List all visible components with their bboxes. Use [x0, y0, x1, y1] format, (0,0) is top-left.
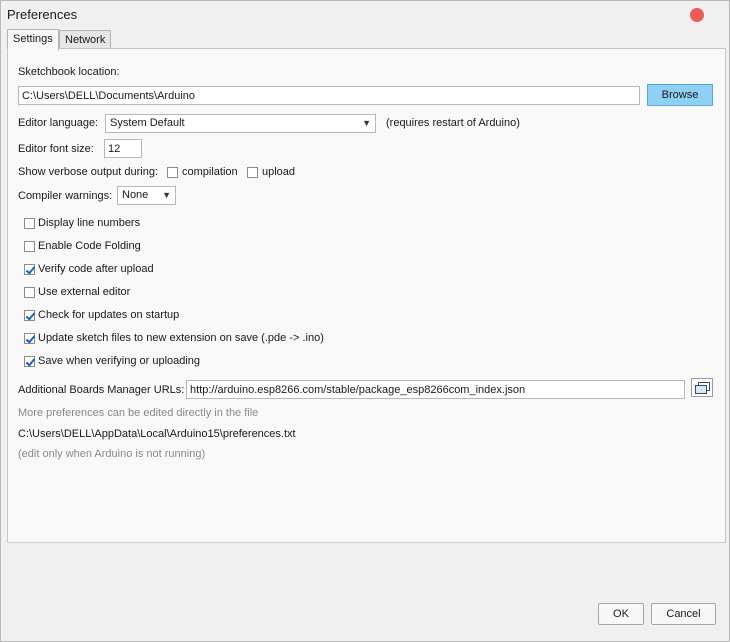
compiler-warnings-value: None [122, 189, 149, 201]
display-line-numbers-checkbox[interactable] [24, 218, 35, 229]
external-editor-checkbox[interactable] [24, 287, 35, 298]
edit-urls-button[interactable] [691, 378, 713, 397]
compiler-warnings-select[interactable]: None ▼ [117, 186, 176, 205]
enable-code-folding-label: Enable Code Folding [38, 240, 141, 252]
footer-divider [7, 542, 724, 543]
edit-note-text: (edit only when Arduino is not running) [18, 448, 206, 460]
verbose-compilation-checkbox[interactable] [167, 167, 178, 178]
title-bar: Preferences [1, 1, 729, 28]
chevron-down-icon: ▼ [362, 118, 371, 128]
editor-language-note: (requires restart of Arduino) [386, 117, 520, 129]
window-title: Preferences [7, 7, 78, 22]
chevron-down-icon: ▼ [162, 190, 171, 200]
verify-code-checkbox[interactable] [24, 264, 35, 275]
more-preferences-text: More preferences can be edited directly … [18, 407, 259, 419]
tab-settings[interactable]: Settings [7, 29, 59, 51]
check-updates-checkbox[interactable] [24, 310, 35, 321]
ok-button[interactable]: OK [598, 603, 644, 625]
browse-button[interactable]: Browse [647, 84, 713, 106]
settings-panel: Sketchbook location: Browse Editor langu… [7, 48, 726, 543]
font-size-input[interactable] [104, 139, 142, 158]
preferences-file-path: C:\Users\DELL\AppData\Local\Arduino15\pr… [18, 428, 296, 440]
boards-urls-label: Additional Boards Manager URLs: [18, 384, 185, 396]
save-when-verifying-label: Save when verifying or uploading [38, 355, 201, 367]
external-editor-label: Use external editor [38, 286, 131, 298]
display-line-numbers-label: Display line numbers [38, 217, 141, 229]
save-when-verifying-checkbox[interactable] [24, 356, 35, 367]
update-extension-checkbox[interactable] [24, 333, 35, 344]
sketchbook-location-input[interactable] [18, 86, 640, 105]
verbose-output-label: Show verbose output during: [18, 166, 159, 178]
editor-language-value: System Default [110, 117, 185, 129]
enable-code-folding-checkbox[interactable] [24, 241, 35, 252]
font-size-label: Editor font size: [18, 143, 94, 155]
boards-urls-input[interactable] [186, 380, 685, 399]
editor-language-select[interactable]: System Default ▼ [105, 114, 376, 133]
sketchbook-location-label: Sketchbook location: [18, 66, 120, 78]
close-window-button[interactable] [690, 8, 704, 22]
update-extension-label: Update sketch files to new extension on … [38, 332, 324, 344]
verify-code-label: Verify code after upload [38, 263, 154, 275]
compiler-warnings-label: Compiler warnings: [18, 190, 113, 202]
preferences-window: Preferences Settings Network Sketchbook … [0, 0, 730, 642]
editor-language-label: Editor language: [18, 117, 99, 129]
tab-network[interactable]: Network [59, 30, 112, 50]
cancel-button[interactable]: Cancel [651, 603, 716, 625]
verbose-upload-checkbox[interactable] [247, 167, 258, 178]
verbose-upload-label: upload [262, 166, 296, 178]
verbose-compilation-label: compilation [182, 166, 238, 178]
check-updates-label: Check for updates on startup [38, 309, 180, 321]
